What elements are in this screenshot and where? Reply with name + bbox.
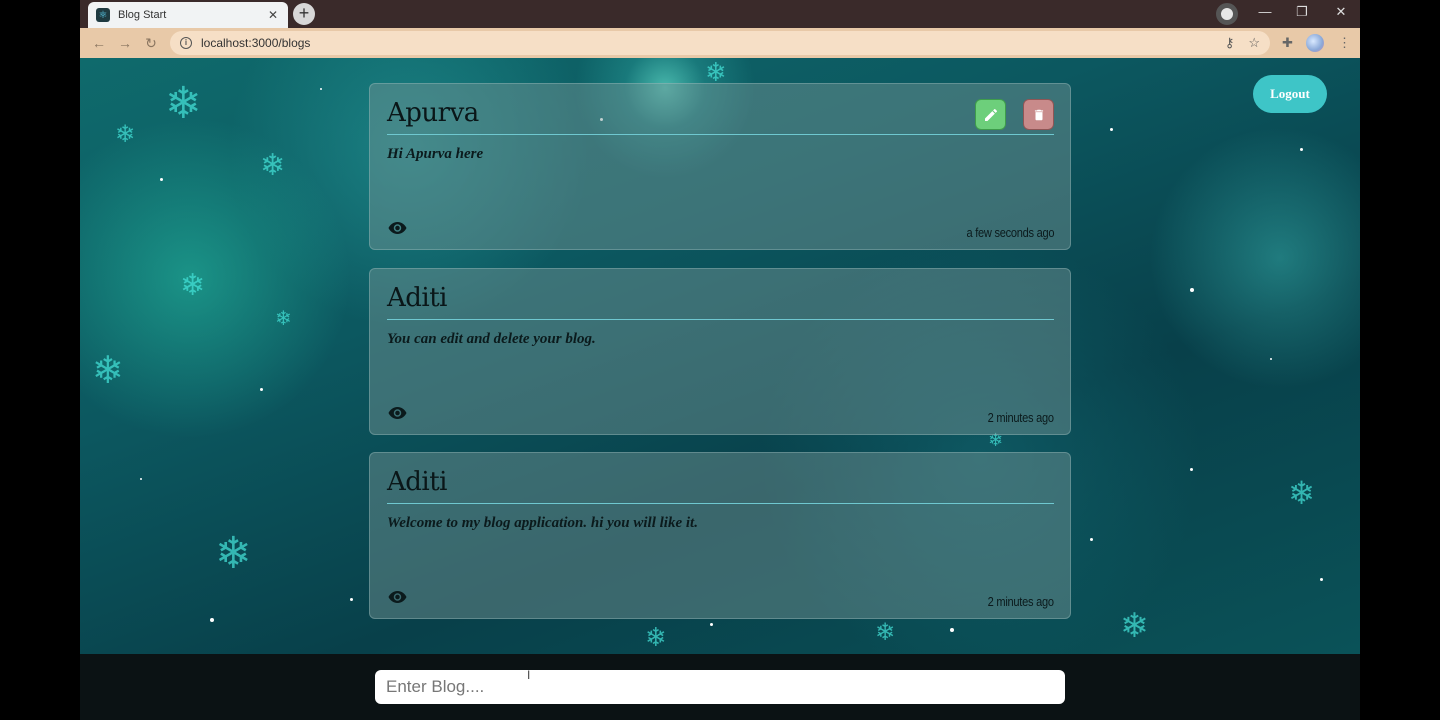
sparkle-decoration [950,628,954,632]
blog-content: You can edit and delete your blog. [387,331,596,347]
window-close-icon[interactable]: ✕ [1331,4,1351,20]
sparkle-decoration [350,598,353,601]
restore-icon[interactable]: ❐ [1292,4,1312,20]
url-text: localhost:3000/blogs [201,36,311,50]
key-icon[interactable]: ⚷ [1225,35,1235,51]
eye-icon[interactable] [388,591,407,603]
back-icon[interactable]: ← [86,35,112,51]
blog-timestamp: a few seconds ago [966,225,1054,240]
sparkle-decoration [160,178,163,181]
snowflake-decoration: ❄ [115,120,136,148]
logout-button[interactable]: Logout [1253,75,1327,113]
blog-author: Aditi [387,283,448,313]
sparkle-decoration [1190,288,1194,292]
minimize-icon[interactable]: — [1255,4,1275,19]
bookmark-star-icon[interactable]: ☆ [1248,35,1260,51]
sparkle-decoration [210,618,214,622]
sparkle-decoration [1090,538,1093,541]
blog-card: Aditi You can edit and delete your blog.… [369,268,1071,435]
eye-icon[interactable] [388,407,407,419]
blog-author: Aditi [387,467,448,497]
blog-author: Apurva [387,98,479,128]
composer-bar: I [80,654,1360,720]
sparkle-decoration [1300,148,1303,151]
sparkle-decoration [1190,468,1193,471]
react-favicon-icon: ⚛ [96,8,110,22]
snowflake-decoration: ❄ [260,148,286,183]
snowflake-decoration: ❄ [215,528,252,579]
browser-tab[interactable]: ⚛ Blog Start ✕ [88,2,288,28]
trash-icon [1034,109,1043,120]
forward-icon[interactable]: → [112,35,138,51]
sparkle-decoration [1110,128,1113,131]
extensions-icon[interactable]: ✚ [1282,35,1293,51]
media-control-icon[interactable] [1216,3,1238,25]
browser-toolbar: ← → ↻ i localhost:3000/blogs ⚷ ☆ [80,28,1360,58]
snowflake-decoration: ❄ [92,348,124,392]
tab-bar: ⚛ Blog Start ✕ + — ❐ ✕ [80,0,1360,28]
blog-content: Welcome to my blog application. hi you w… [387,515,698,531]
browser-window: ⚛ Blog Start ✕ + — ❐ ✕ ← → ↻ i localhost… [80,0,1360,720]
menu-kebab-icon[interactable]: ⋮ [1338,35,1351,51]
profile-avatar[interactable] [1306,34,1324,52]
snowflake-decoration: ❄ [645,623,667,653]
snowflake-decoration: ❄ [165,78,202,129]
title-divider [387,134,1054,135]
title-divider [387,503,1054,504]
blog-timestamp: 2 minutes ago [987,410,1054,425]
sparkle-decoration [140,478,142,480]
snowflake-decoration: ❄ [1288,474,1315,512]
eye-icon[interactable] [388,222,407,234]
blog-input[interactable] [375,670,1065,704]
new-tab-button[interactable]: + [293,3,315,25]
delete-button[interactable] [1023,99,1054,130]
snowflake-decoration: ❄ [1120,606,1149,646]
page-background: ❄ ❄ ❄ ❄ ❄ ❄ ❄ ❄ ❄ ❄ ❄ ❄ ❄ Logout Apurva [80,58,1360,654]
blog-card: Apurva Hi Apurva here a few seconds ago [369,83,1071,250]
blog-timestamp: 2 minutes ago [987,594,1054,609]
tab-title: Blog Start [118,9,167,21]
snowflake-decoration: ❄ [875,618,896,646]
sparkle-decoration [1320,578,1323,581]
pencil-icon [984,108,997,121]
sparkle-decoration [260,388,263,391]
site-info-icon[interactable]: i [180,37,192,49]
reload-icon[interactable]: ↻ [138,35,164,52]
edit-button[interactable] [975,99,1006,130]
title-divider [387,319,1054,320]
snowflake-decoration: ❄ [275,306,292,330]
sparkle-decoration [320,88,322,90]
snowflake-decoration: ❄ [180,268,206,303]
blog-card: Aditi Welcome to my blog application. hi… [369,452,1071,619]
address-bar[interactable]: i localhost:3000/blogs ⚷ ☆ [170,31,1270,55]
sparkle-decoration [710,623,713,626]
sparkle-decoration [1270,358,1272,360]
blog-content: Hi Apurva here [387,146,484,162]
text-cursor-icon: I [527,668,531,682]
tab-close-icon[interactable]: ✕ [266,8,280,22]
